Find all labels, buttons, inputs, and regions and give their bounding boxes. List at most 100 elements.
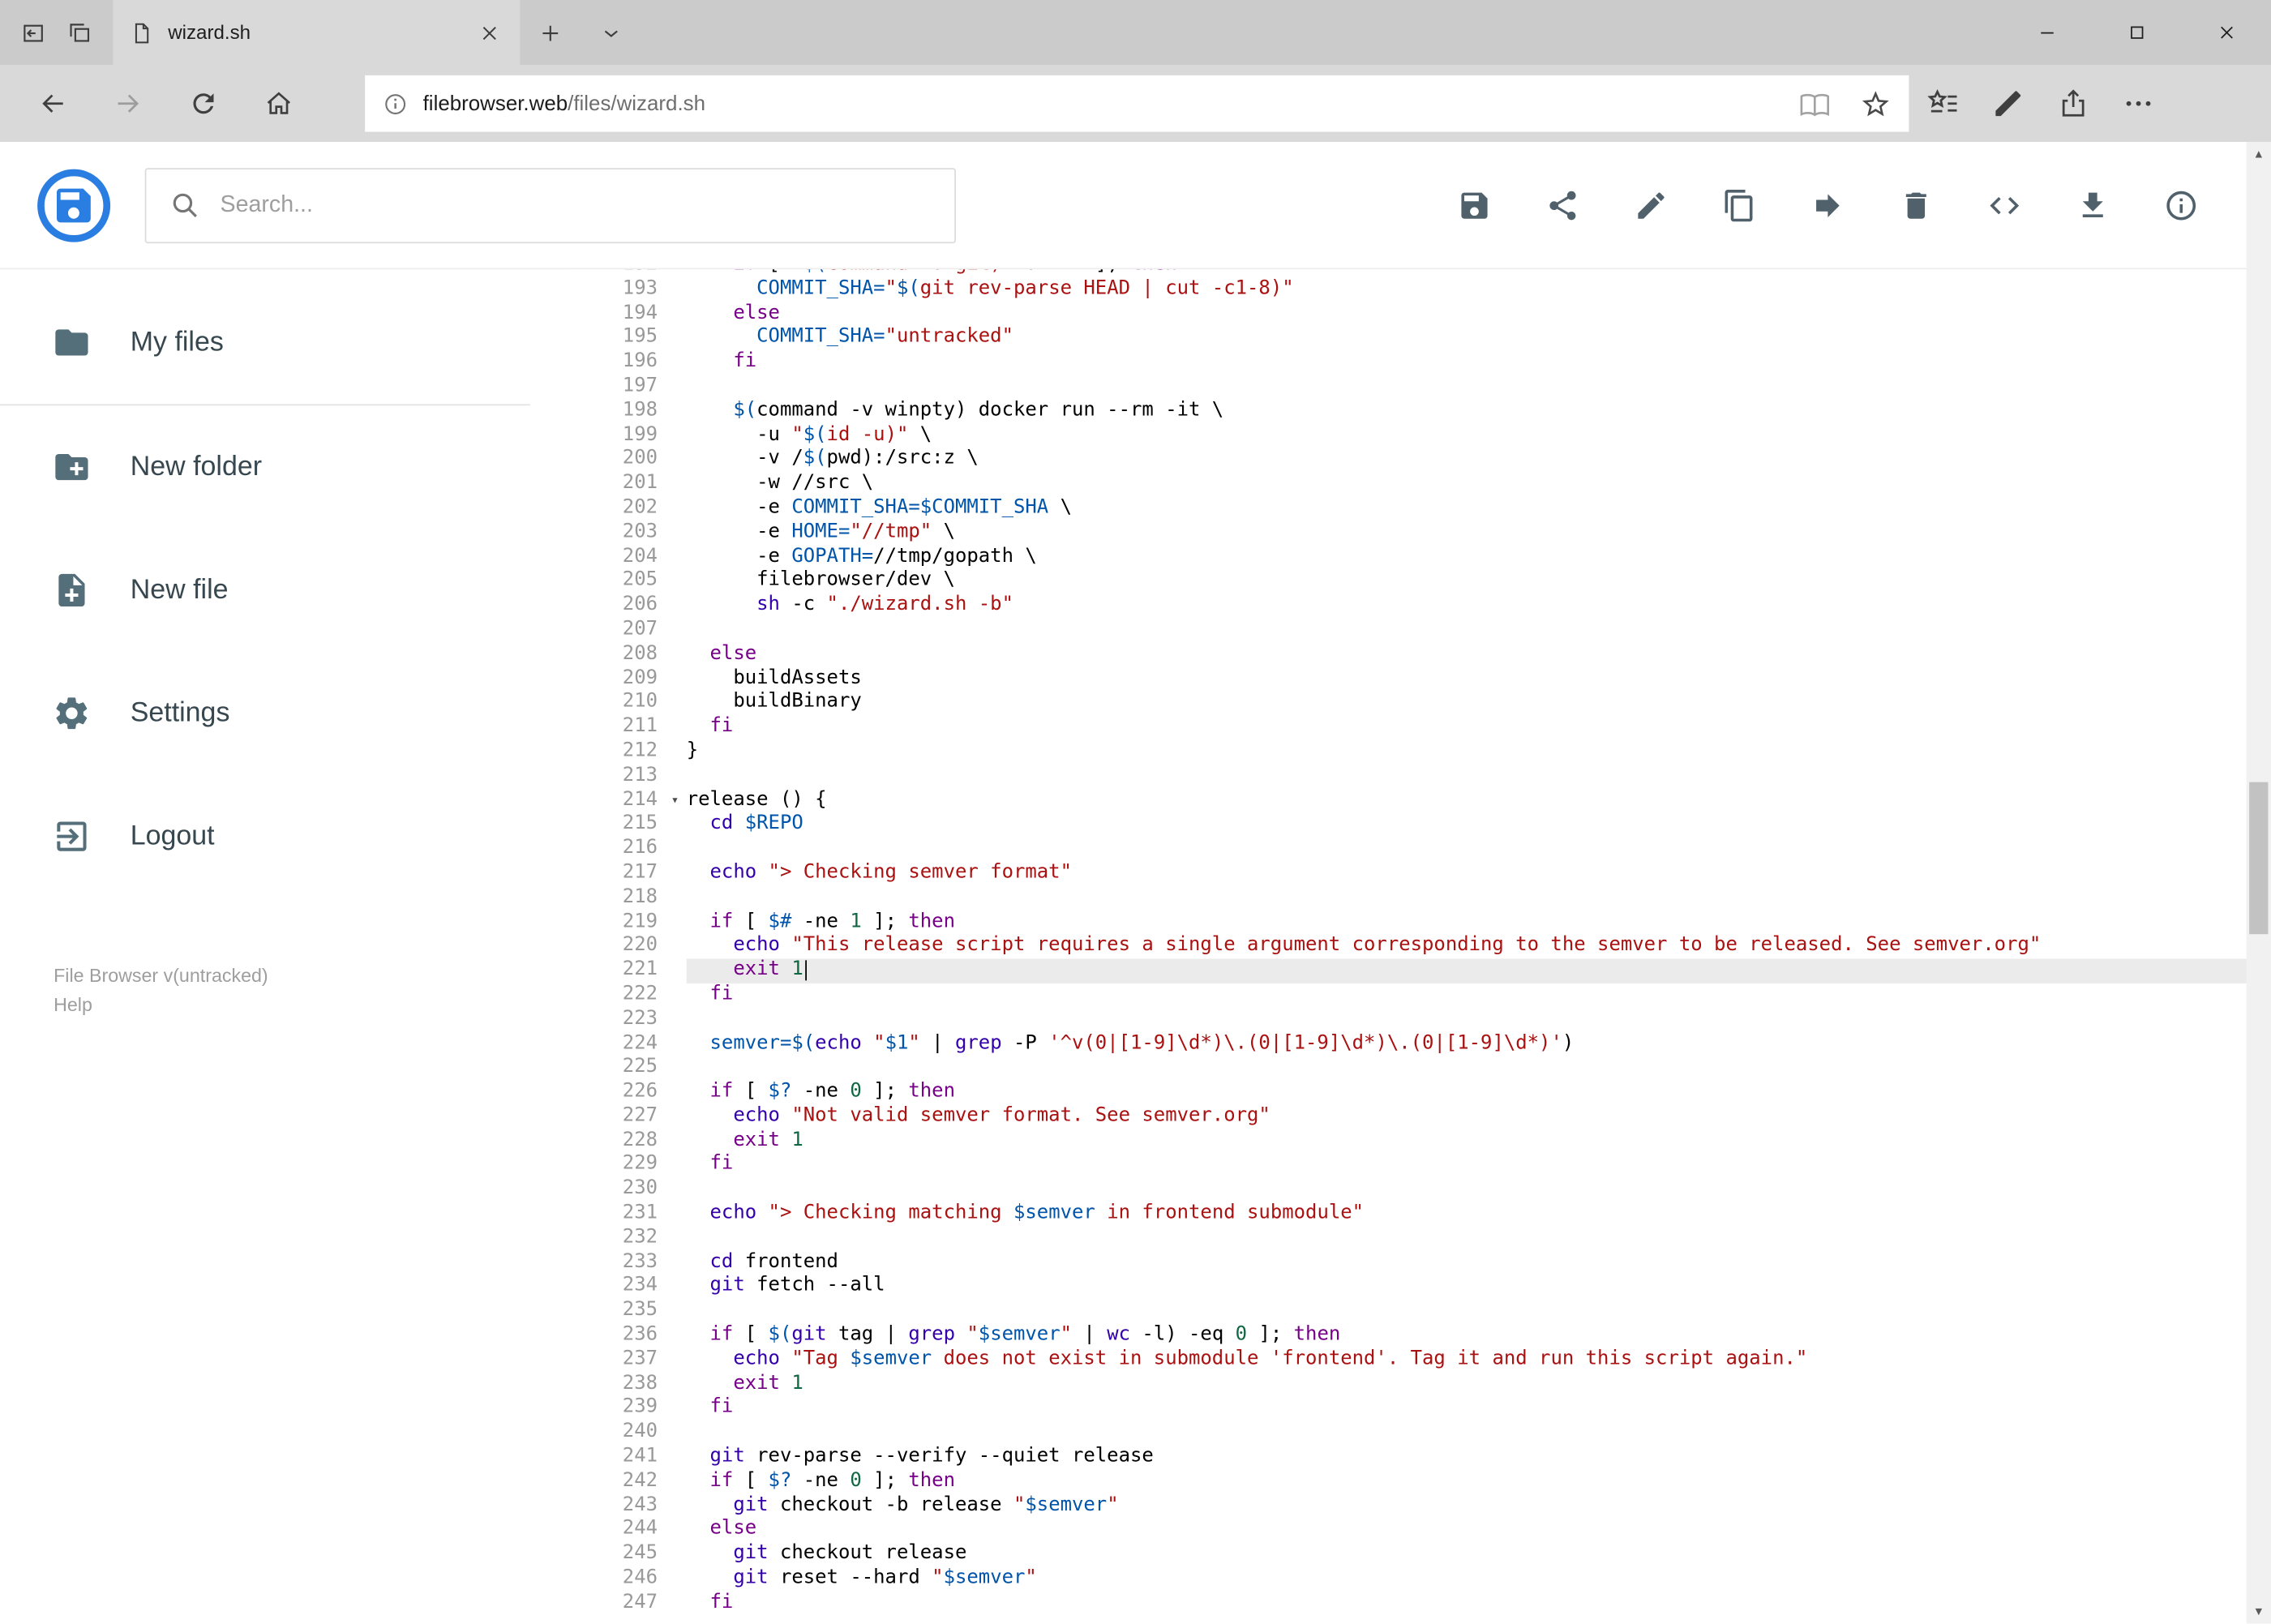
share-icon[interactable] xyxy=(2057,87,2090,120)
code-line[interactable]: 205 filebrowser/dev \ xyxy=(568,570,2271,594)
code-view-button[interactable] xyxy=(1987,187,2022,222)
search-box[interactable] xyxy=(144,167,956,243)
code-line[interactable]: 226 if [ $? -ne 0 ]; then xyxy=(568,1081,2271,1105)
code-line[interactable]: 193 COMMIT_SHA="$(git rev-parse HEAD | c… xyxy=(568,278,2271,302)
info-button[interactable] xyxy=(2164,187,2199,222)
code-line[interactable]: 245 git checkout release xyxy=(568,1543,2271,1567)
code-line[interactable]: 217 echo "> Checking semver format" xyxy=(568,862,2271,886)
code-line[interactable]: 240 xyxy=(568,1421,2271,1446)
new-tab-button[interactable] xyxy=(520,0,581,65)
code-editor[interactable]: 192 if [ "$(command -v git)" != "" ]; th… xyxy=(568,269,2271,1624)
code-line[interactable]: 220 echo "This release script requires a… xyxy=(568,935,2271,959)
home-button[interactable] xyxy=(241,71,316,135)
code-line[interactable]: 192 if [ "$(command -v git)" != "" ]; th… xyxy=(568,269,2271,277)
code-line[interactable]: 237 echo "Tag $semver does not exist in … xyxy=(568,1348,2271,1373)
add-favorite-star-icon[interactable] xyxy=(1860,88,1892,119)
code-line[interactable]: 208 else xyxy=(568,643,2271,667)
favorites-hub-icon[interactable] xyxy=(1926,87,1960,120)
reading-view-icon[interactable] xyxy=(1799,88,1831,119)
code-line[interactable]: 231 echo "> Checking matching $semver in… xyxy=(568,1202,2271,1227)
code-line[interactable]: 241 git rev-parse --verify --quiet relea… xyxy=(568,1446,2271,1470)
code-line[interactable]: 223 xyxy=(568,1008,2271,1032)
code-line[interactable]: 194 else xyxy=(568,302,2271,327)
code-line[interactable]: 197 xyxy=(568,375,2271,400)
code-line[interactable]: 244 else xyxy=(568,1519,2271,1543)
code-line[interactable]: 215 cd $REPO xyxy=(568,813,2271,838)
code-line[interactable]: 195 COMMIT_SHA="untracked" xyxy=(568,327,2271,351)
code-line[interactable]: 227 echo "Not valid semver format. See s… xyxy=(568,1105,2271,1129)
more-ellipsis-icon[interactable] xyxy=(2122,87,2155,120)
site-info-icon[interactable] xyxy=(383,91,409,117)
code-line[interactable]: 206 sh -c "./wizard.sh -b" xyxy=(568,594,2271,619)
code-line[interactable]: 235 xyxy=(568,1300,2271,1324)
window-minimize-button[interactable] xyxy=(2002,0,2092,65)
code-line[interactable]: 233 cd frontend xyxy=(568,1251,2271,1275)
tabs-preview-icon[interactable] xyxy=(66,19,92,45)
fold-marker-icon[interactable]: ▾ xyxy=(663,789,687,813)
set-tabs-aside-icon[interactable] xyxy=(20,19,46,45)
code-line[interactable]: 243 git checkout -b release "$semver" xyxy=(568,1494,2271,1519)
share-file-button[interactable] xyxy=(1545,187,1580,222)
tab-close-icon[interactable] xyxy=(477,19,503,45)
help-link[interactable]: Help xyxy=(54,991,568,1020)
delete-trash-button[interactable] xyxy=(1899,187,1934,222)
edit-pencil-button[interactable] xyxy=(1634,187,1669,222)
window-close-button[interactable] xyxy=(2181,0,2271,65)
code-line[interactable]: 198 $(command -v winpty) docker run --rm… xyxy=(568,400,2271,424)
copy-button[interactable] xyxy=(1722,187,1757,222)
download-button[interactable] xyxy=(2076,187,2110,222)
code-line[interactable]: 236 if [ $(git tag | grep "$semver" | wc… xyxy=(568,1324,2271,1348)
code-line[interactable]: 218 xyxy=(568,886,2271,911)
sidebar-item-logout[interactable]: Logout xyxy=(0,775,568,898)
code-line[interactable]: 211 fi xyxy=(568,716,2271,740)
code-line[interactable]: 202 -e COMMIT_SHA=$COMMIT_SHA \ xyxy=(568,497,2271,521)
code-line[interactable]: 246 git reset --hard "$semver" xyxy=(568,1567,2271,1592)
tab-list-chevron-icon[interactable] xyxy=(581,0,641,65)
save-button[interactable] xyxy=(1457,187,1492,222)
code-line[interactable]: 210 buildBinary xyxy=(568,692,2271,716)
code-line[interactable]: 225 xyxy=(568,1056,2271,1081)
sidebar-item-my-files[interactable]: My files xyxy=(0,281,568,405)
refresh-button[interactable] xyxy=(165,71,241,135)
url-field[interactable]: filebrowser.web/files/wizard.sh xyxy=(365,75,1909,132)
code-line[interactable]: 196 fi xyxy=(568,351,2271,375)
code-line[interactable]: 221 exit 1 xyxy=(568,958,2271,983)
scroll-up-icon[interactable]: ▲ xyxy=(2247,142,2271,166)
code-line[interactable]: 219 if [ $# -ne 1 ]; then xyxy=(568,911,2271,935)
back-button[interactable] xyxy=(15,71,90,135)
code-line[interactable]: 204 -e GOPATH=//tmp/gopath \ xyxy=(568,546,2271,570)
code-line[interactable]: 222 fi xyxy=(568,983,2271,1008)
code-line[interactable]: 216 xyxy=(568,838,2271,862)
code-line[interactable]: 247 fi xyxy=(568,1592,2271,1616)
sidebar-item-new-folder[interactable]: New folder xyxy=(0,405,568,529)
code-line[interactable]: 238 exit 1 xyxy=(568,1373,2271,1397)
code-line[interactable]: 199 -u "$(id -u)" \ xyxy=(568,424,2271,448)
scrollbar-thumb[interactable] xyxy=(2249,782,2269,935)
code-line[interactable]: 207 xyxy=(568,619,2271,643)
code-line[interactable]: 212} xyxy=(568,740,2271,765)
code-line[interactable]: 232 xyxy=(568,1227,2271,1251)
code-line[interactable]: 203 -e HOME="//tmp" \ xyxy=(568,521,2271,546)
code-line[interactable]: 230 xyxy=(568,1178,2271,1202)
code-line[interactable]: 234 git fetch --all xyxy=(568,1275,2271,1300)
code-line[interactable]: 213 xyxy=(568,765,2271,789)
code-line[interactable]: 224 semver=$(echo "$1" | grep -P '^v(0|[… xyxy=(568,1032,2271,1056)
ink-pen-icon[interactable] xyxy=(1991,87,2025,120)
scroll-down-icon[interactable]: ▼ xyxy=(2247,1599,2271,1623)
code-line[interactable]: 242 if [ $? -ne 0 ]; then xyxy=(568,1470,2271,1494)
sidebar-item-settings[interactable]: Settings xyxy=(0,652,568,775)
code-line[interactable]: 228 exit 1 xyxy=(568,1129,2271,1154)
code-line[interactable]: 209 buildAssets xyxy=(568,667,2271,692)
code-line[interactable]: 200 -v /$(pwd):/src:z \ xyxy=(568,448,2271,473)
forward-button[interactable] xyxy=(90,71,165,135)
code-line[interactable]: 214 ▾ release () { xyxy=(568,789,2271,813)
search-input[interactable] xyxy=(220,191,932,218)
code-line[interactable]: 201 -w //src \ xyxy=(568,473,2271,497)
window-maximize-button[interactable] xyxy=(2091,0,2181,65)
sidebar-item-new-file[interactable]: New file xyxy=(0,529,568,652)
page-scrollbar[interactable]: ▲ ▼ xyxy=(2246,142,2271,1624)
code-line[interactable]: 239 fi xyxy=(568,1397,2271,1421)
browser-tab[interactable]: wizard.sh xyxy=(113,0,521,66)
move-forward-button[interactable] xyxy=(1810,187,1845,222)
code-line[interactable]: 229 fi xyxy=(568,1154,2271,1178)
